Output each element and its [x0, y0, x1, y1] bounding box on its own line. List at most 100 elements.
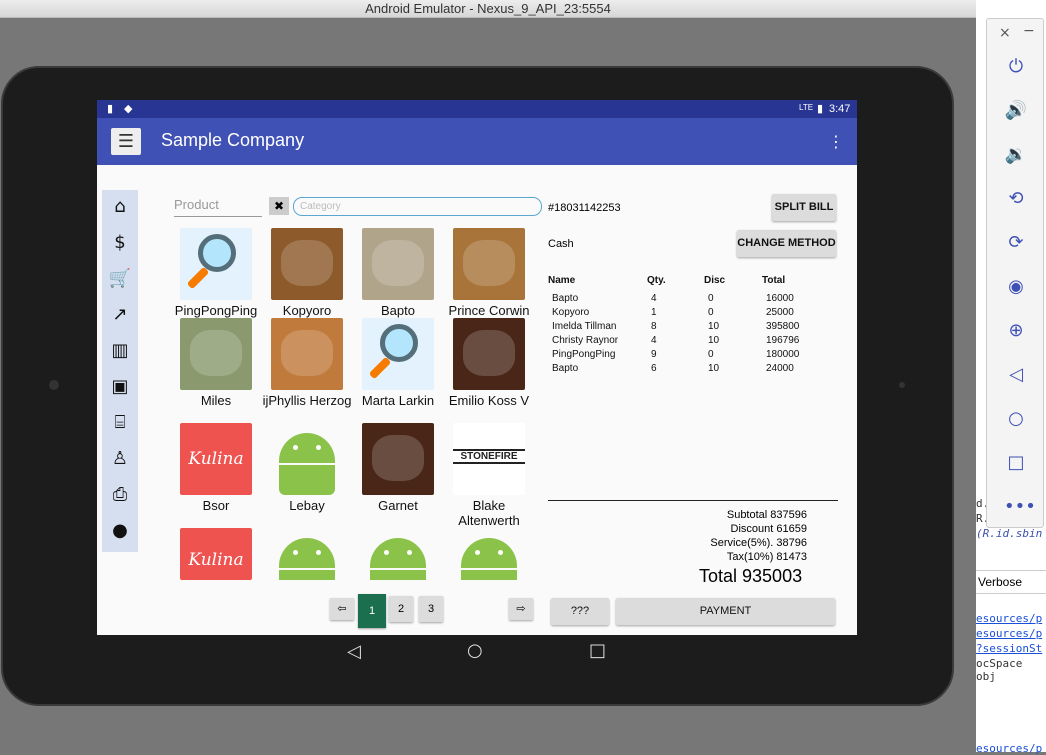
- clock: 3:47: [829, 103, 851, 115]
- magnifier-icon: [380, 324, 418, 362]
- product-tile[interactable]: ijPhyllis Herzog: [262, 318, 352, 408]
- table-cell: 10: [708, 363, 720, 374]
- next-page-button[interactable]: ⇨: [509, 598, 533, 620]
- close-icon[interactable]: ×: [999, 25, 1011, 41]
- table-row[interactable]: Imelda Tillman 8 10 395800: [548, 321, 838, 335]
- rotate-left-icon[interactable]: ⟲: [1004, 187, 1028, 211]
- product-search-input[interactable]: Product: [174, 197, 262, 217]
- minimize-icon[interactable]: −: [1023, 23, 1035, 39]
- table-cell: 180000: [766, 349, 800, 360]
- table-cell: 6: [651, 363, 657, 374]
- product-tile[interactable]: [262, 528, 352, 580]
- person-icon[interactable]: ●: [107, 518, 133, 544]
- misc-button[interactable]: ???: [551, 598, 609, 625]
- table-cell: 10: [708, 321, 720, 332]
- ide-log-link[interactable]: esources/p: [976, 742, 1042, 755]
- change-method-button[interactable]: CHANGE METHOD: [737, 230, 836, 257]
- nav-recents-icon[interactable]: □: [589, 640, 606, 661]
- food-photo: [190, 330, 242, 376]
- table-cell: Bapto: [552, 293, 579, 304]
- table-row[interactable]: Bapto 4 0 16000: [548, 293, 838, 307]
- split-bill-button[interactable]: SPLIT BILL: [772, 194, 836, 221]
- product-name: Bapto: [381, 303, 415, 318]
- page-1-button[interactable]: 1: [358, 594, 386, 628]
- page-3-button[interactable]: 3: [419, 596, 443, 622]
- product-tile[interactable]: Kopyoro: [262, 228, 352, 318]
- table-cell: Bapto: [552, 363, 579, 374]
- product-image: [362, 228, 434, 300]
- product-name: Miles: [200, 393, 232, 408]
- cart-icon[interactable]: 🛒: [107, 266, 133, 292]
- dollar-icon[interactable]: $: [107, 230, 133, 256]
- food-photo: [463, 240, 515, 286]
- box-icon[interactable]: ▣: [107, 374, 133, 400]
- stonefire-logo-text: STONEFIRE: [453, 449, 525, 464]
- camera-icon[interactable]: ◉: [1004, 275, 1028, 299]
- android-icon: [461, 538, 517, 568]
- product-tile[interactable]: Garnet: [353, 423, 443, 513]
- warehouse-icon[interactable]: ⌸: [107, 410, 133, 436]
- camera-dot: [49, 380, 59, 390]
- table-cell: 0: [708, 293, 714, 304]
- category-input[interactable]: Category: [293, 197, 542, 216]
- printer-icon[interactable]: ⎙: [107, 482, 133, 508]
- ide-log-link[interactable]: esources/p: [976, 612, 1042, 625]
- order-total: Total 935003: [699, 566, 803, 586]
- page-2-button[interactable]: 2: [389, 596, 413, 622]
- rotate-right-icon[interactable]: ⟳: [1004, 231, 1028, 255]
- food-photo: [372, 240, 424, 286]
- menu-icon[interactable]: ☰: [111, 128, 141, 155]
- more-icon[interactable]: •••: [1004, 495, 1036, 519]
- volume-down-icon[interactable]: 🔉: [1004, 143, 1028, 167]
- product-tile[interactable]: STONEFIRE Blake Altenwerth: [444, 423, 534, 528]
- product-tile[interactable]: Emilio Koss V: [444, 318, 534, 408]
- prev-page-button[interactable]: ⇦: [330, 598, 354, 620]
- log-level-select[interactable]: Verbose: [976, 570, 1046, 594]
- table-row[interactable]: Kopyoro 1 0 25000: [548, 307, 838, 321]
- product-name: Lebay: [289, 498, 325, 513]
- table-cell: 0: [708, 307, 714, 318]
- product-tile[interactable]: Prince Corwin: [444, 228, 534, 318]
- volume-up-icon[interactable]: 🔊: [1004, 99, 1028, 123]
- product-tile[interactable]: [444, 528, 534, 580]
- overview-icon[interactable]: □: [1004, 451, 1028, 475]
- power-icon[interactable]: ⏻: [1004, 55, 1028, 79]
- payment-button[interactable]: PAYMENT: [616, 598, 835, 625]
- ide-log-link[interactable]: esources/p: [976, 627, 1042, 640]
- android-icon: [370, 538, 426, 568]
- table-row[interactable]: Christy Raynor 4 10 196796: [548, 335, 838, 349]
- home-nav-icon[interactable]: ○: [1004, 407, 1028, 431]
- nav-back-icon[interactable]: ◁: [347, 641, 361, 662]
- product-tile[interactable]: Lebay: [262, 423, 352, 513]
- product-tile[interactable]: PingPongPing: [171, 228, 261, 318]
- nav-home-icon[interactable]: ○: [467, 640, 483, 661]
- back-icon[interactable]: ◁: [1004, 363, 1028, 387]
- product-name: PingPongPing: [174, 303, 258, 318]
- table-cell: 24000: [766, 363, 794, 374]
- product-image: STONEFIRE: [453, 423, 525, 495]
- product-image: Kulina: [180, 528, 252, 580]
- food-photo: [281, 240, 333, 286]
- product-tile[interactable]: Marta Larkin: [353, 318, 443, 408]
- table-header: Name Qty. Disc Total: [548, 275, 838, 289]
- status-bar: ▮ ◆ LTE ▮ 3:47: [97, 100, 857, 118]
- more-vert-icon[interactable]: ⋮: [828, 132, 844, 151]
- table-cell: 25000: [766, 307, 794, 318]
- user-desk-icon[interactable]: ♙: [107, 446, 133, 472]
- chart-line-icon[interactable]: ↗: [107, 302, 133, 328]
- home-icon[interactable]: ⌂: [107, 194, 133, 220]
- product-tile[interactable]: Miles: [171, 318, 261, 408]
- column-header: Disc: [704, 275, 726, 286]
- bar-chart-icon[interactable]: ▥: [107, 338, 133, 364]
- product-tile[interactable]: Kulina Bsor: [171, 423, 261, 513]
- product-tile[interactable]: Kulina: [171, 528, 261, 580]
- table-row[interactable]: Bapto 6 10 24000: [548, 363, 838, 377]
- magnifier-icon: [198, 234, 236, 272]
- zoom-icon[interactable]: ⊕: [1004, 319, 1028, 343]
- table-row[interactable]: PingPongPing 9 0 180000: [548, 349, 838, 363]
- ide-log-link[interactable]: ?sessionSt: [976, 642, 1042, 655]
- clear-search-button[interactable]: ✖: [269, 197, 289, 215]
- kulina-logo-text: Kulina: [188, 449, 244, 469]
- product-tile[interactable]: [353, 528, 443, 580]
- product-tile[interactable]: Bapto: [353, 228, 443, 318]
